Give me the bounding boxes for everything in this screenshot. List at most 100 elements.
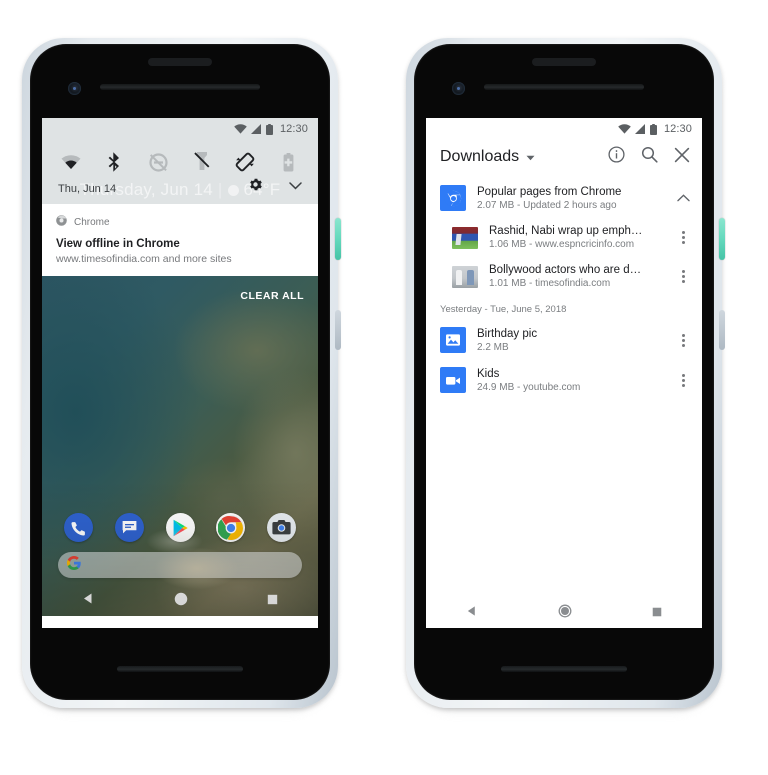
chevron-down-icon[interactable] <box>289 177 302 195</box>
notification-title: View offline in Chrome <box>56 238 180 250</box>
signal-icon <box>250 124 262 134</box>
front-camera <box>452 82 465 95</box>
item-subtitle: 24.9 MB - youtube.com <box>477 381 581 393</box>
status-bar-clock: 12:30 <box>279 123 308 135</box>
left-volume-button[interactable] <box>335 310 341 350</box>
right-power-button[interactable] <box>719 218 725 260</box>
screenshot-canvas: 12:30 Thursday, Jun 14 | 64°F Thu, Jun 1… <box>0 0 768 775</box>
item-text: Bollywood actors who are d… 1.01 MB - ti… <box>489 264 663 289</box>
quick-settings-footer: Thu, Jun 14 <box>42 177 318 204</box>
image-icon <box>440 327 466 353</box>
home-screen-wallpaper: CLEAR ALL <box>42 276 318 616</box>
right-phone-screen: 12:30 Downloads Popular pages from Chrom… <box>426 118 702 628</box>
navigation-bar <box>426 598 702 628</box>
notification-app-name: Chrome <box>74 216 110 228</box>
item-title: Kids <box>477 367 500 380</box>
download-item-cricket[interactable]: Rashid, Nabi wrap up emph… 1.06 MB - www… <box>426 218 702 257</box>
clear-all-button[interactable]: CLEAR ALL <box>240 290 304 302</box>
back-nav-button[interactable] <box>82 592 95 610</box>
front-camera <box>68 82 81 95</box>
kebab-menu-icon[interactable] <box>674 372 692 389</box>
top-speaker-grill <box>100 84 260 90</box>
download-item-kids[interactable]: Kids 24.9 MB - youtube.com <box>426 360 702 400</box>
earpiece-speaker <box>148 58 212 66</box>
right-volume-button[interactable] <box>719 310 725 350</box>
notification-header: Chrome <box>56 213 304 231</box>
recents-nav-button[interactable] <box>267 592 278 610</box>
messages-app-icon[interactable] <box>114 513 144 542</box>
bottom-speaker-grill <box>117 666 243 672</box>
popular-pages-group[interactable]: Popular pages from Chrome 2.07 MB - Upda… <box>426 178 702 218</box>
play-store-app-icon[interactable] <box>165 513 195 542</box>
cricket-thumbnail <box>452 226 478 249</box>
gear-icon[interactable] <box>249 178 262 196</box>
flashlight-tile[interactable] <box>189 149 215 175</box>
bluetooth-tile[interactable] <box>102 149 128 175</box>
info-circle-icon[interactable] <box>608 146 625 168</box>
home-nav-button[interactable] <box>174 592 188 611</box>
do-not-disturb-tile[interactable] <box>145 149 171 175</box>
item-title: Rashid, Nabi wrap up emph… <box>489 225 643 237</box>
wifi-icon <box>618 124 631 134</box>
battery-saver-tile[interactable] <box>276 149 302 175</box>
wifi-tile[interactable] <box>58 149 84 175</box>
kebab-menu-icon[interactable] <box>674 268 692 285</box>
wifi-icon <box>234 124 247 134</box>
item-subtitle: 1.01 MB - timesofindia.com <box>489 278 611 289</box>
item-text: Rashid, Nabi wrap up emph… 1.06 MB - www… <box>489 225 663 250</box>
google-search-bar[interactable] <box>58 552 302 578</box>
downloads-list: Popular pages from Chrome 2.07 MB - Upda… <box>426 178 702 598</box>
status-bar-clock: 12:30 <box>663 123 692 135</box>
item-text: Kids 24.9 MB - youtube.com <box>477 368 663 393</box>
google-g-icon <box>66 555 81 575</box>
auto-rotate-tile[interactable] <box>232 149 258 175</box>
close-x-icon[interactable] <box>674 147 690 168</box>
downloads-app: 12:30 Downloads Popular pages from Chrom… <box>426 118 702 628</box>
item-subtitle: 1.06 MB - www.espncricinfo.com <box>489 239 635 250</box>
home-nav-button[interactable] <box>558 604 572 623</box>
left-power-button[interactable] <box>335 218 341 260</box>
video-icon <box>440 367 466 393</box>
app-bar-actions <box>608 146 690 168</box>
chevron-up-icon[interactable] <box>674 194 692 202</box>
quick-settings-date: Thu, Jun 14 <box>58 183 117 195</box>
battery-icon <box>265 123 273 135</box>
kebab-menu-icon[interactable] <box>674 332 692 349</box>
item-subtitle: 2.2 MB <box>477 341 509 353</box>
group-subtitle: 2.07 MB - Updated 2 hours ago <box>477 199 617 211</box>
section-date-header: Yesterday - Tue, June 5, 2018 <box>440 304 567 315</box>
bottom-speaker-grill <box>501 666 627 672</box>
left-phone-device: 12:30 Thursday, Jun 14 | 64°F Thu, Jun 1… <box>22 38 341 714</box>
earpiece-speaker <box>532 58 596 66</box>
item-text: Birthday pic 2.2 MB <box>477 328 663 353</box>
page-title: Downloads <box>440 148 520 165</box>
group-title: Popular pages from Chrome <box>477 185 622 198</box>
navigation-bar <box>42 586 318 616</box>
phone-app-icon[interactable] <box>64 513 93 542</box>
left-phone-screen: 12:30 Thursday, Jun 14 | 64°F Thu, Jun 1… <box>42 118 318 628</box>
quick-settings-panel: Thursday, Jun 14 | 64°F Thu, Jun 14 <box>42 140 318 204</box>
search-icon[interactable] <box>641 146 658 168</box>
top-speaker-grill <box>484 84 644 90</box>
back-nav-button[interactable] <box>466 604 478 622</box>
app-dock <box>42 513 318 542</box>
signal-icon <box>634 124 646 134</box>
quick-settings-tiles <box>42 140 318 179</box>
kebab-menu-icon[interactable] <box>674 229 692 246</box>
camera-app-icon[interactable] <box>267 513 296 542</box>
status-bar: 12:30 <box>42 118 318 140</box>
chrome-notification-card[interactable]: Chrome View offline in Chrome www.timeso… <box>42 204 318 276</box>
notification-subtitle: www.timesofindia.com and more sites <box>56 253 232 265</box>
item-title: Bollywood actors who are d… <box>489 264 642 276</box>
download-item-birthday-pic[interactable]: Birthday pic 2.2 MB <box>426 320 702 360</box>
battery-icon <box>649 123 657 135</box>
people-thumbnail <box>452 265 478 288</box>
downloads-app-bar: Downloads <box>426 140 702 178</box>
status-bar: 12:30 <box>426 118 702 140</box>
caret-down-icon[interactable] <box>526 148 535 166</box>
right-phone-device: 12:30 Downloads Popular pages from Chrom… <box>406 38 725 714</box>
chrome-icon <box>440 185 466 211</box>
chrome-app-icon[interactable] <box>216 513 246 542</box>
download-item-bollywood[interactable]: Bollywood actors who are d… 1.01 MB - ti… <box>426 257 702 296</box>
recents-nav-button[interactable] <box>652 604 662 622</box>
